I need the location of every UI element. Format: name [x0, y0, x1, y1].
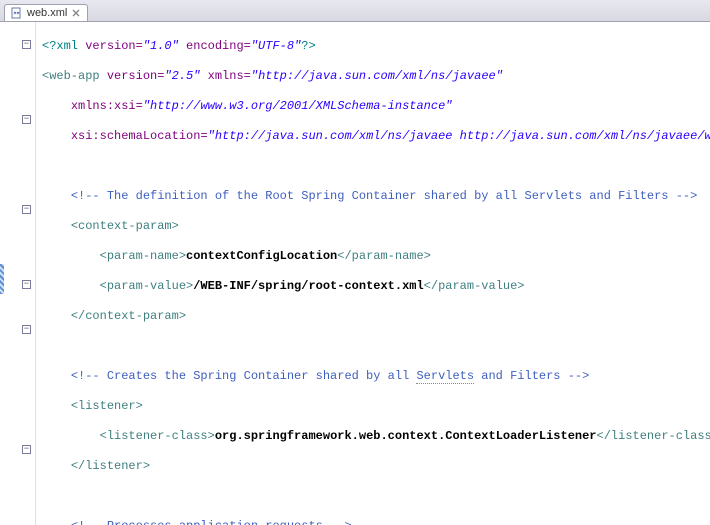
code-area[interactable]: <?xml version="1.0" encoding="UTF-8"?> <…	[36, 22, 710, 525]
close-icon[interactable]	[71, 8, 81, 18]
tab-bar: web.xml	[0, 0, 710, 22]
editor-tab-webxml[interactable]: web.xml	[4, 4, 88, 21]
fold-toggle[interactable]: −	[22, 40, 31, 49]
tab-label: web.xml	[27, 7, 67, 19]
spellcheck-underline: Servlets	[416, 369, 474, 384]
fold-toggle[interactable]: −	[22, 280, 31, 289]
change-marker	[0, 264, 4, 294]
fold-toggle[interactable]: −	[22, 115, 31, 124]
editor: − − − − − − <?xml version="1.0" encodi	[0, 22, 710, 525]
fold-toggle[interactable]: −	[22, 325, 31, 334]
gutter: − − − − − −	[0, 22, 36, 525]
fold-toggle[interactable]: −	[22, 445, 31, 454]
xml-file-icon	[11, 7, 23, 19]
fold-toggle[interactable]: −	[22, 205, 31, 214]
